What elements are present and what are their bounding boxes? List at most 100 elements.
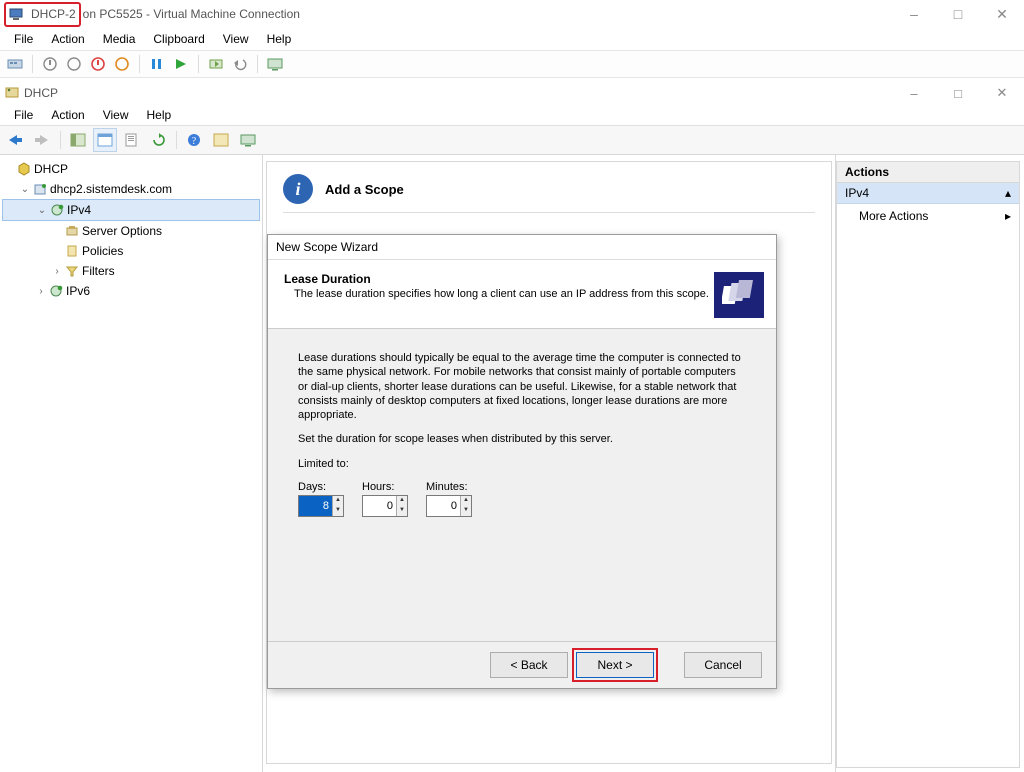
wizard-footer: < Back Next > Cancel <box>268 641 776 688</box>
next-button[interactable]: Next > <box>576 652 654 678</box>
tree-root-dhcp[interactable]: DHCP <box>2 159 260 179</box>
days-spinner[interactable]: ▲ ▼ <box>298 495 344 517</box>
outer-minimize-button[interactable]: – <box>892 0 936 28</box>
tree-ipv4[interactable]: ⌄ IPv4 <box>2 199 260 221</box>
center-pane: i Add a Scope New Scope Wizard Lease Dur… <box>263 155 836 772</box>
enhanced-session-icon[interactable] <box>266 55 284 73</box>
wizard-window-title[interactable]: New Scope Wizard <box>268 235 776 260</box>
tree-ipv6[interactable]: › IPv6 <box>2 281 260 301</box>
wizard-step-subtitle: The lease duration specifies how long a … <box>284 288 714 300</box>
hours-up-icon[interactable]: ▲ <box>397 496 407 506</box>
actions-more-label: More Actions <box>859 209 928 223</box>
vm-icon <box>9 7 23 21</box>
outer-menu-view[interactable]: View <box>215 30 257 48</box>
hours-down-icon[interactable]: ▼ <box>397 506 407 516</box>
actions-context[interactable]: IPv4 ▴ <box>837 183 1019 204</box>
properties-icon[interactable] <box>93 128 117 152</box>
pause-icon[interactable] <box>148 55 166 73</box>
outer-menu-clipboard[interactable]: Clipboard <box>145 30 212 48</box>
days-up-icon[interactable]: ▲ <box>333 496 343 506</box>
toolbar-icon-b[interactable] <box>236 128 260 152</box>
outer-close-button[interactable]: ✕ <box>980 0 1024 28</box>
start-icon[interactable] <box>41 55 59 73</box>
hours-spinner[interactable]: ▲ ▼ <box>362 495 408 517</box>
tree-ipv4-label: IPv4 <box>67 203 91 217</box>
tree-filters[interactable]: › Filters <box>2 261 260 281</box>
expand-icon[interactable]: › <box>50 266 64 277</box>
inner-menu-action[interactable]: Action <box>43 106 92 124</box>
days-down-icon[interactable]: ▼ <box>333 506 343 516</box>
refresh-icon[interactable] <box>147 128 171 152</box>
back-icon[interactable] <box>4 128 28 152</box>
inner-title-text: DHCP <box>24 86 58 100</box>
actions-header: Actions <box>837 162 1019 183</box>
reset-icon[interactable] <box>172 55 190 73</box>
ipv6-icon <box>48 284 64 298</box>
export-list-icon[interactable] <box>120 128 144 152</box>
hours-input[interactable] <box>363 496 396 516</box>
filters-icon <box>64 264 80 278</box>
forward-icon[interactable] <box>31 128 55 152</box>
outer-maximize-button[interactable]: □ <box>936 0 980 28</box>
inner-menu-file[interactable]: File <box>6 106 41 124</box>
actions-more[interactable]: More Actions ▸ <box>837 204 1019 228</box>
show-hide-tree-icon[interactable] <box>66 128 90 152</box>
wizard-para2: Set the duration for scope leases when d… <box>298 432 746 446</box>
tree-server[interactable]: ⌄ dhcp2.sistemdesk.com <box>2 179 260 199</box>
info-icon: i <box>283 174 313 204</box>
tree-server-options[interactable]: Server Options <box>2 221 260 241</box>
inner-close-button[interactable]: ✕ <box>980 81 1024 105</box>
wizard-header: Lease Duration The lease duration specif… <box>268 260 776 329</box>
revert-icon[interactable] <box>231 55 249 73</box>
wizard-step-title: Lease Duration <box>284 272 714 286</box>
days-label: Days: <box>298 481 344 493</box>
actions-context-label: IPv4 <box>845 186 869 200</box>
outer-menu-bar: File Action Media Clipboard View Help <box>0 28 1024 50</box>
wizard-banner-icon <box>714 272 764 318</box>
minutes-spinner[interactable]: ▲ ▼ <box>426 495 472 517</box>
tree-pane: DHCP ⌄ dhcp2.sistemdesk.com ⌄ IPv4 Serve… <box>0 155 263 772</box>
vm-name: DHCP-2 <box>31 7 76 21</box>
collapse-icon[interactable]: ⌄ <box>18 184 32 195</box>
collapse-icon[interactable]: ⌄ <box>35 205 49 216</box>
help-icon[interactable]: ? <box>182 128 206 152</box>
minutes-up-icon[interactable]: ▲ <box>461 496 471 506</box>
tree-root-label: DHCP <box>34 162 68 176</box>
toolbar-sep <box>32 55 33 73</box>
toolbar-sep <box>257 55 258 73</box>
back-button[interactable]: < Back <box>490 652 568 678</box>
outer-menu-file[interactable]: File <box>6 30 41 48</box>
center-divider <box>283 212 815 213</box>
ctrl-alt-del-icon[interactable] <box>6 55 24 73</box>
toolbar-sep <box>139 55 140 73</box>
expand-icon[interactable]: › <box>34 286 48 297</box>
inner-minimize-button[interactable]: – <box>892 81 936 105</box>
inner-toolbar: ? <box>0 125 1024 155</box>
outer-menu-media[interactable]: Media <box>95 30 144 48</box>
tree-filters-label: Filters <box>82 264 115 278</box>
checkpoint-icon[interactable] <box>207 55 225 73</box>
new-scope-wizard: New Scope Wizard Lease Duration The leas… <box>267 234 777 689</box>
save-icon[interactable] <box>113 55 131 73</box>
toolbar-icon-a[interactable] <box>209 128 233 152</box>
outer-menu-help[interactable]: Help <box>259 30 300 48</box>
outer-toolbar <box>0 50 1024 78</box>
inner-menu-help[interactable]: Help <box>139 106 180 124</box>
toolbar-sep <box>176 131 177 149</box>
dhcp-root-icon <box>16 162 32 176</box>
inner-menu-view[interactable]: View <box>95 106 137 124</box>
inner-menu-bar: File Action View Help <box>0 105 1024 125</box>
turnoff-icon[interactable] <box>65 55 83 73</box>
minutes-down-icon[interactable]: ▼ <box>461 506 471 516</box>
outer-title-suffix: on PC5525 - Virtual Machine Connection <box>83 7 300 21</box>
days-input[interactable] <box>299 496 332 516</box>
tree-policies[interactable]: Policies <box>2 241 260 261</box>
chevron-right-icon: ▸ <box>1005 209 1011 223</box>
cancel-button[interactable]: Cancel <box>684 652 762 678</box>
outer-menu-action[interactable]: Action <box>43 30 92 48</box>
inner-maximize-button[interactable]: □ <box>936 81 980 105</box>
minutes-input[interactable] <box>427 496 460 516</box>
shutdown-icon[interactable] <box>89 55 107 73</box>
tree-policies-label: Policies <box>82 244 123 258</box>
minutes-label: Minutes: <box>426 481 472 493</box>
